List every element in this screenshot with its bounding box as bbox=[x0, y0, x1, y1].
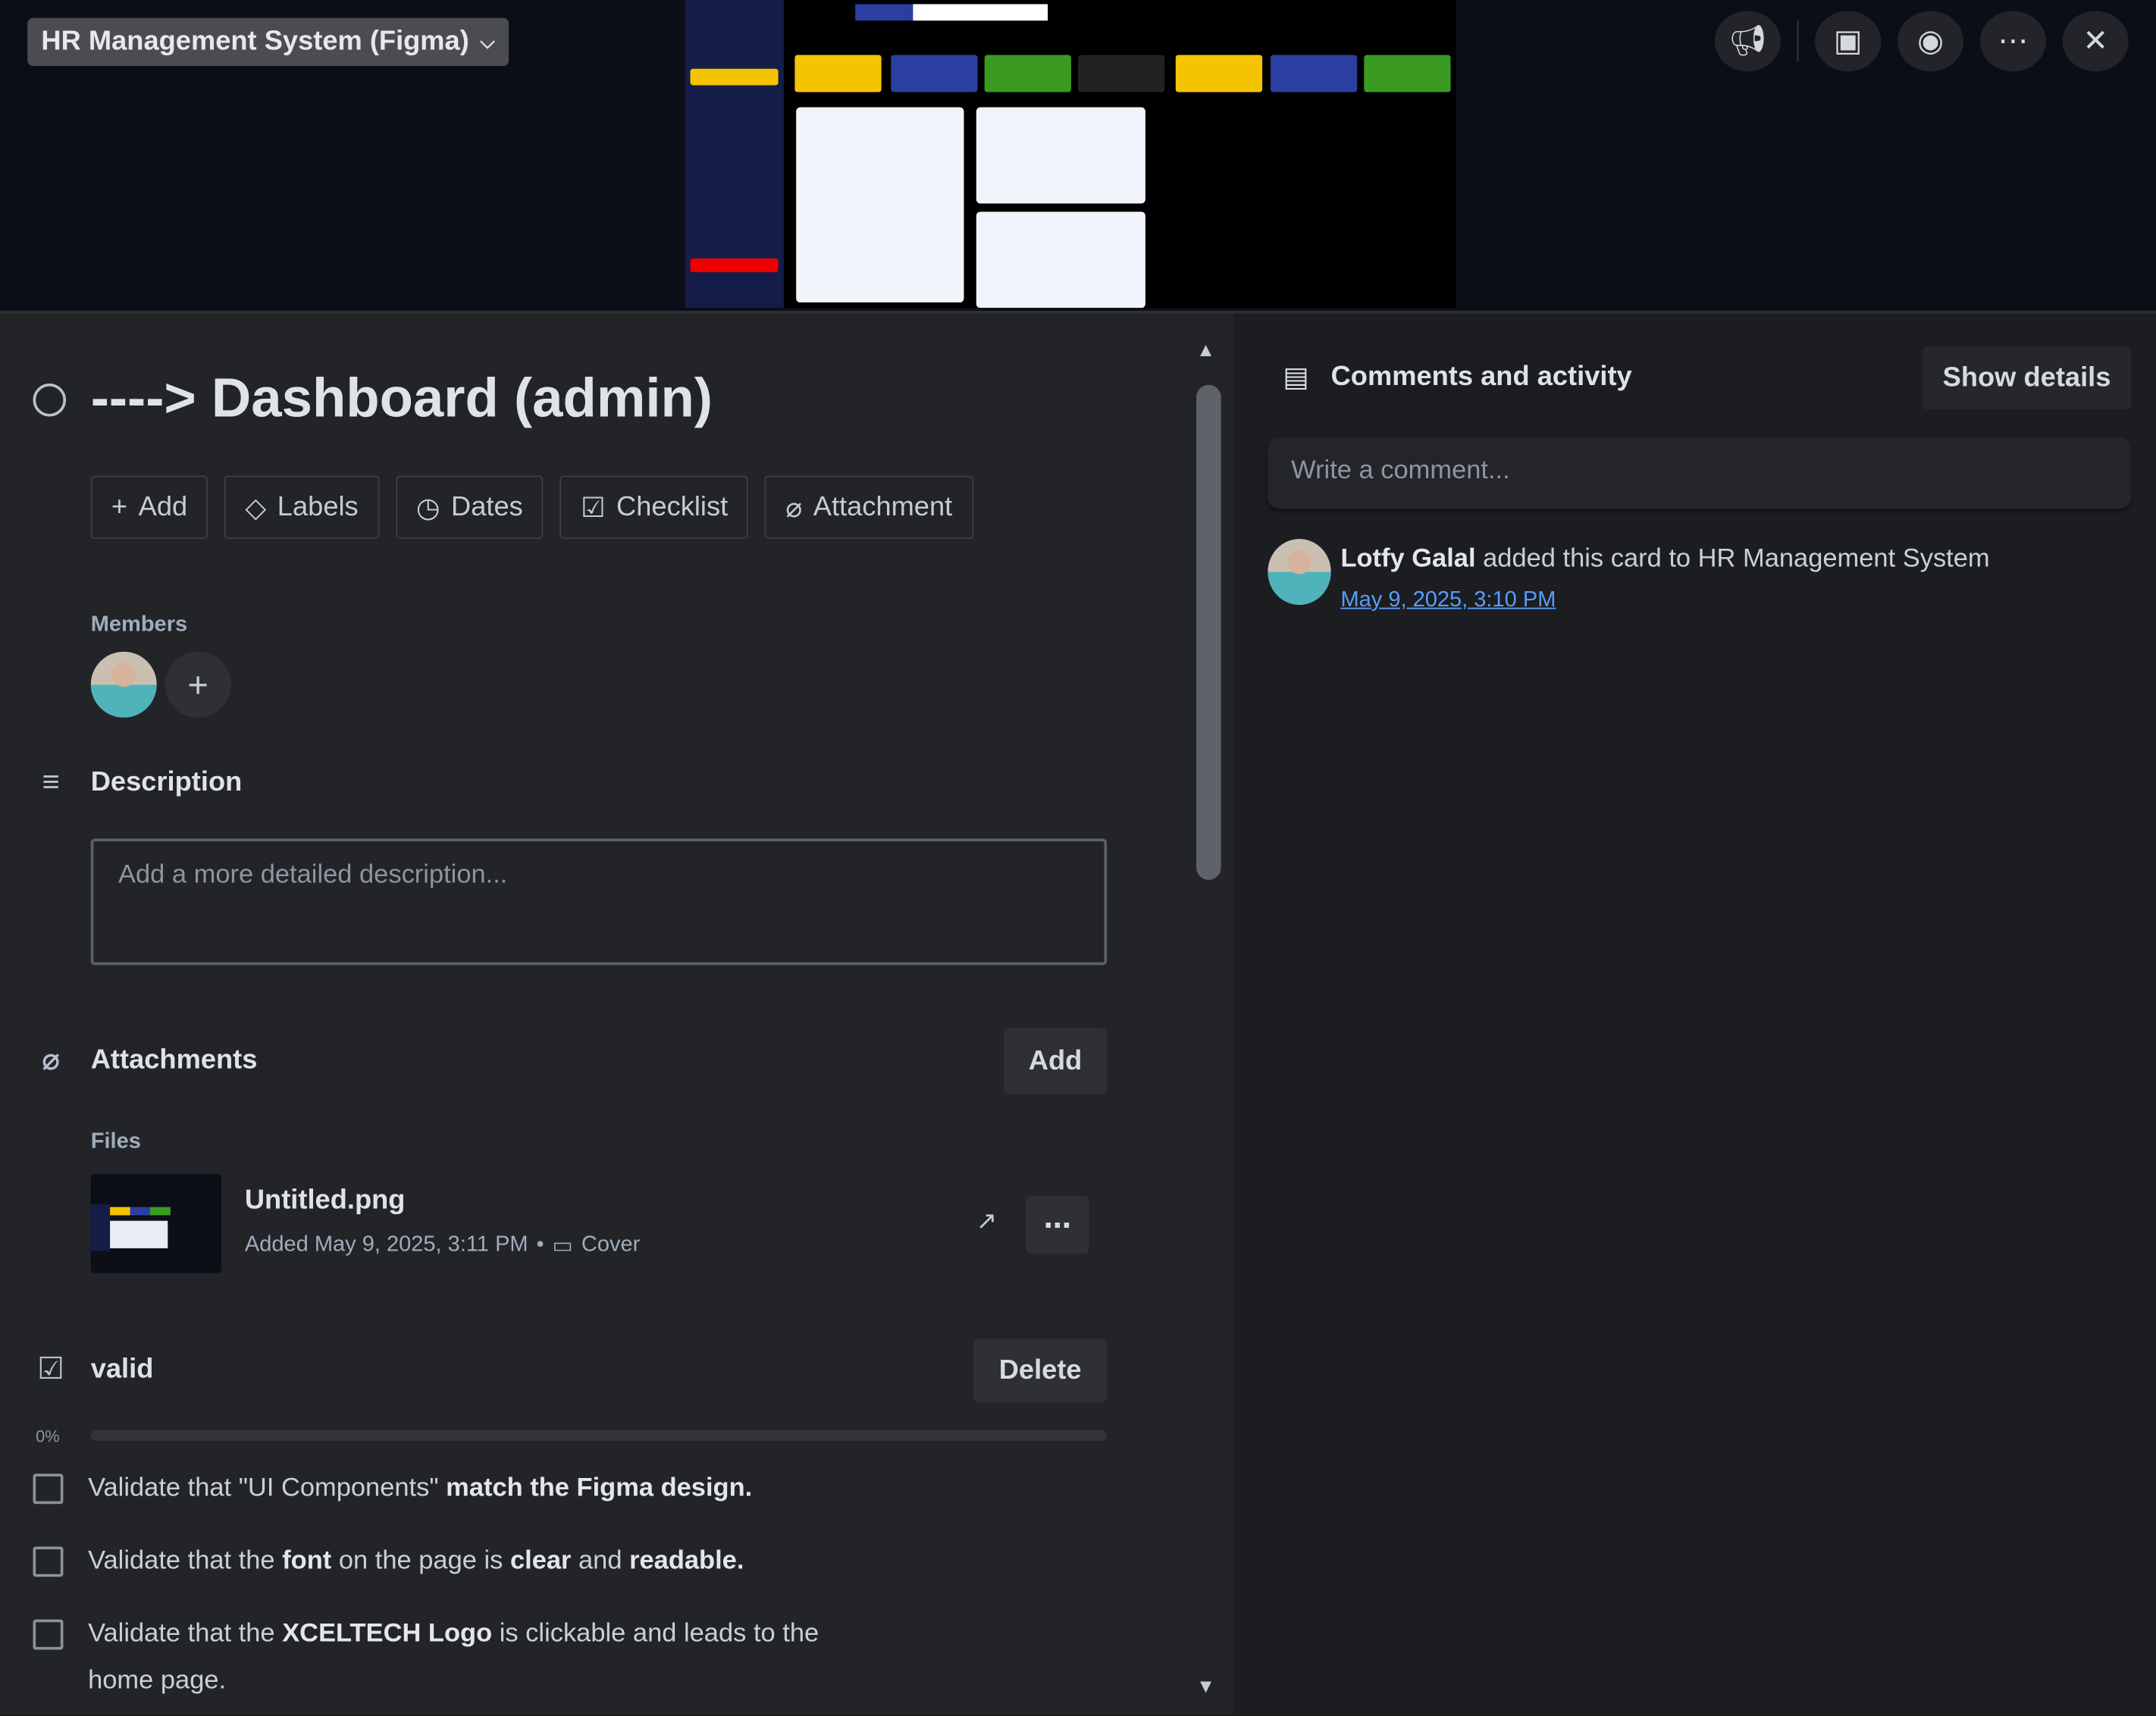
checklist-item-text[interactable]: Validate that the XCELTECH Logo is click… bbox=[88, 1611, 872, 1705]
action-labels-button[interactable]: ◇ Labels bbox=[224, 475, 379, 540]
labels-icon: ◇ bbox=[245, 493, 267, 524]
card-title[interactable]: ----> Dashboard (admin) bbox=[91, 368, 713, 431]
chevron-down-icon: ⌵ bbox=[480, 30, 495, 52]
activity-heading: Comments and activity bbox=[1330, 362, 1632, 392]
paperclip-icon: ⌀ bbox=[42, 1041, 61, 1077]
cover-link[interactable]: Cover bbox=[581, 1233, 640, 1258]
scroll-down-arrow[interactable]: ▼ bbox=[1196, 1674, 1215, 1696]
comment-input[interactable]: Write a comment... bbox=[1268, 437, 2132, 509]
checklist-item: Validate that the XCELTECH Logo is click… bbox=[33, 1611, 872, 1705]
checklist-item-text[interactable]: Validate that the font on the page is cl… bbox=[88, 1539, 872, 1586]
attachment-icon: ⌀ bbox=[785, 493, 803, 524]
action-label: Attachment bbox=[813, 491, 953, 522]
user-avatar[interactable] bbox=[1268, 539, 1331, 606]
card-main-panel: ----> Dashboard (admin) + Add ◇ Labels ◷ Date… bbox=[0, 310, 1233, 1716]
action-dates-button[interactable]: ◷ Dates bbox=[395, 475, 544, 540]
action-checklist-button[interactable]: ☑ Checklist bbox=[559, 475, 749, 540]
card-modal: HR Management System (Figma) ⌵ 📢︎ ▣ ◉ ⋯ … bbox=[0, 0, 2156, 1716]
text-segment: Validate that the bbox=[88, 1546, 283, 1576]
megaphone-icon[interactable]: 📢︎ bbox=[1714, 11, 1781, 72]
complete-toggle[interactable] bbox=[33, 383, 67, 416]
comment-icon: ▤ bbox=[1283, 362, 1309, 393]
attachments-heading: Attachments bbox=[90, 1044, 258, 1075]
show-details-button[interactable]: Show details bbox=[1922, 346, 2132, 410]
close-icon[interactable]: ✕ bbox=[2062, 11, 2129, 72]
text-segment: clear bbox=[509, 1546, 572, 1576]
board-selector[interactable]: HR Management System (Figma) ⌵ bbox=[27, 17, 509, 67]
activity-timestamp-link[interactable]: May 9, 2025, 3:10 PM bbox=[1340, 588, 1556, 613]
description-icon: ≡ bbox=[42, 764, 60, 799]
card-cover-area: HR Management System (Figma) ⌵ 📢︎ ▣ ◉ ⋯ … bbox=[0, 0, 2156, 311]
cover-icon: ▭ bbox=[552, 1234, 573, 1258]
checklist-icon: ☑ bbox=[580, 493, 606, 524]
checklist-title[interactable]: valid bbox=[91, 1354, 154, 1386]
text-segment: and bbox=[571, 1546, 630, 1576]
action-label: Checklist bbox=[616, 491, 729, 522]
action-label: Add bbox=[138, 491, 188, 522]
eye-icon[interactable]: ◉ bbox=[1897, 11, 1964, 72]
file-added-date: Added May 9, 2025, 3:11 PM bbox=[244, 1232, 528, 1257]
members-label: Members bbox=[90, 612, 188, 637]
checklist-icon: ☑ bbox=[37, 1351, 64, 1386]
image-icon[interactable]: ▣ bbox=[1815, 11, 1882, 72]
file-more-button[interactable]: ⋯ bbox=[1026, 1196, 1089, 1254]
file-thumbnail[interactable] bbox=[90, 1173, 222, 1273]
action-label: Labels bbox=[277, 491, 359, 522]
checklist-item: Validate that "UI Components" match the … bbox=[33, 1466, 872, 1513]
checklist-checkbox[interactable] bbox=[33, 1619, 64, 1650]
action-label: Dates bbox=[451, 491, 523, 522]
cover-image[interactable] bbox=[685, 0, 1456, 308]
checklist-item: Validate that the font on the page is cl… bbox=[33, 1539, 872, 1586]
scrollbar[interactable]: ▲ ▼ bbox=[1191, 314, 1230, 1716]
files-label: Files bbox=[90, 1129, 141, 1154]
text-segment: font bbox=[282, 1546, 332, 1576]
more-icon[interactable]: ⋯ bbox=[1979, 11, 2046, 72]
dates-icon: ◷ bbox=[415, 493, 440, 524]
add-member-button[interactable]: + bbox=[165, 651, 231, 718]
text-segment: on the page is bbox=[331, 1546, 510, 1576]
description-heading: Description bbox=[90, 766, 243, 797]
add-icon: + bbox=[111, 491, 128, 522]
checklist-checkbox[interactable] bbox=[33, 1546, 64, 1577]
scroll-up-arrow[interactable]: ▲ bbox=[1196, 338, 1215, 360]
file-name[interactable]: Untitled.png bbox=[245, 1185, 406, 1217]
open-external-icon[interactable]: ↗ bbox=[976, 1207, 997, 1236]
activity-panel: ▤ Comments and activity Show details Wri… bbox=[1233, 310, 2156, 1716]
description-input[interactable]: Add a more detailed description... bbox=[90, 838, 1108, 966]
text-segment: XCELTECH Logo bbox=[282, 1619, 493, 1649]
text-segment: Validate that "UI Components" bbox=[88, 1473, 447, 1503]
divider bbox=[1797, 20, 1799, 62]
separator: • bbox=[536, 1232, 544, 1257]
member-avatar[interactable] bbox=[90, 651, 157, 718]
action-attachment-button[interactable]: ⌀ Attachment bbox=[765, 475, 973, 540]
activity-action: added this card to HR Management System bbox=[1475, 544, 1990, 574]
activity-user[interactable]: Lotfy Galal bbox=[1340, 544, 1475, 573]
board-name: HR Management System (Figma) bbox=[41, 26, 469, 57]
checklist-progress-text: 0% bbox=[36, 1426, 60, 1447]
text-segment: match the Figma design. bbox=[446, 1473, 753, 1503]
checklist-checkbox[interactable] bbox=[33, 1473, 64, 1505]
text-segment: readable. bbox=[629, 1546, 744, 1576]
checklist-item-text[interactable]: Validate that "UI Components" match the … bbox=[88, 1466, 872, 1513]
action-add-button[interactable]: + Add bbox=[90, 475, 208, 540]
checklist-progress-bar bbox=[90, 1429, 1108, 1441]
scrollbar-thumb[interactable] bbox=[1196, 384, 1221, 880]
delete-checklist-button[interactable]: Delete bbox=[973, 1339, 1108, 1403]
text-segment: Validate that the bbox=[88, 1619, 283, 1649]
add-attachment-button[interactable]: Add bbox=[1004, 1028, 1108, 1094]
